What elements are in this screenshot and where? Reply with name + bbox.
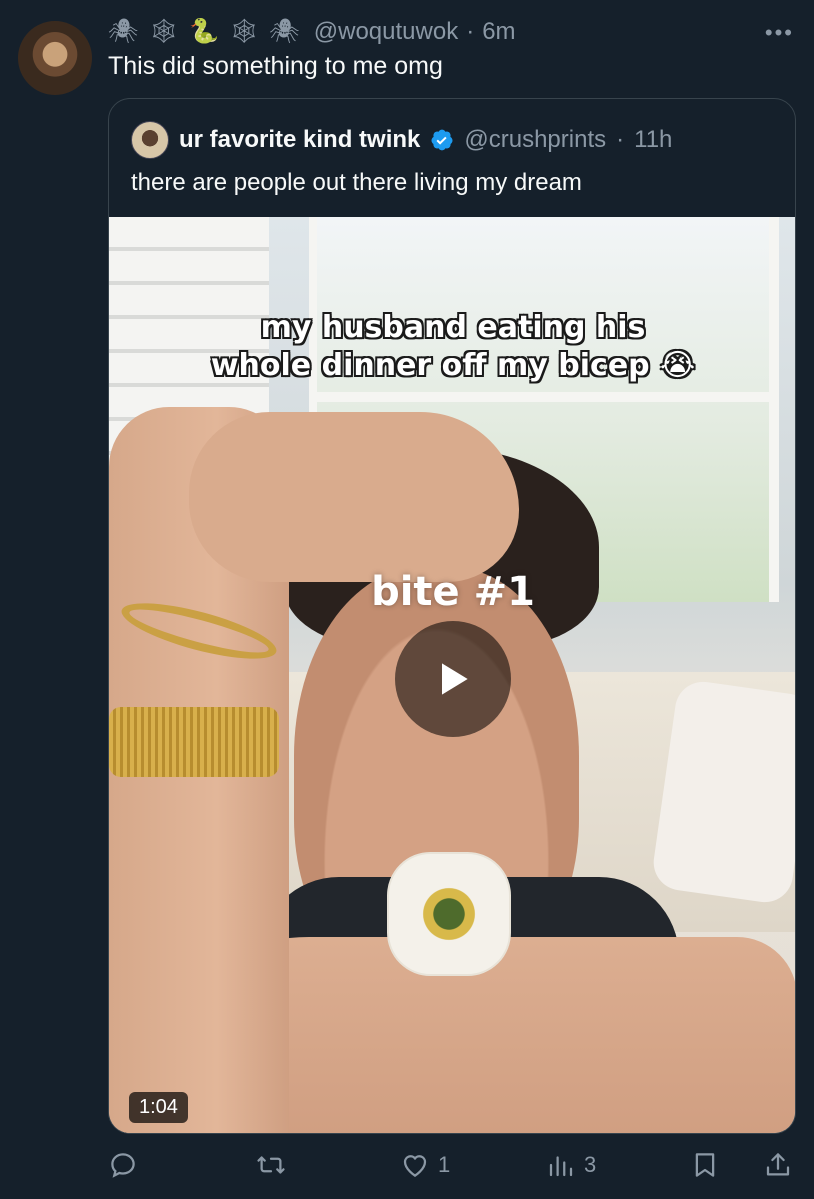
share-icon (766, 1153, 790, 1176)
spider-emoji: 🕷 (269, 18, 300, 45)
quoted-avatar[interactable] (131, 121, 169, 159)
quoted-handle[interactable]: @crushprints (464, 126, 606, 154)
quoted-display-name[interactable]: ur favorite kind twink (179, 126, 420, 154)
timestamp[interactable]: 6m (482, 18, 515, 46)
quoted-text: there are people out there living my dre… (131, 169, 582, 196)
gold-bangle-wide (109, 707, 279, 777)
reply-button[interactable] (108, 1145, 138, 1185)
like-count: 1 (438, 1152, 451, 1177)
video-caption-line-2: whole dinner off my bicep 😭 (210, 348, 696, 383)
views-button[interactable]: 3 (546, 1145, 596, 1185)
more-options-icon[interactable]: ••• (765, 20, 794, 46)
bookmark-button[interactable] (690, 1145, 720, 1185)
action-bar: 1 3 (108, 1145, 798, 1185)
video-duration: 1:04 (129, 1092, 188, 1123)
quoted-timestamp[interactable]: 11h (634, 126, 672, 154)
display-name-emojis: 🕷 🕸 🐍 🕸 🕷 (108, 20, 300, 44)
heart-icon (403, 1155, 427, 1177)
retweet-button[interactable] (256, 1145, 286, 1185)
share-button[interactable] (763, 1145, 793, 1185)
like-button[interactable]: 1 (400, 1145, 450, 1185)
reply-icon (111, 1153, 135, 1178)
web-emoji: 🕸 (228, 18, 260, 45)
tweet-header: 🕷 🕸 🐍 🕸 🕷 @woqutuwok · 6m (108, 14, 794, 50)
sushi-roll (387, 852, 511, 976)
tweet-text: This did something to me omg (108, 52, 443, 80)
avatar[interactable] (18, 21, 92, 95)
play-button[interactable] (395, 621, 511, 737)
spider-emoji: 🕷 (108, 18, 139, 45)
bookmark-icon (695, 1153, 715, 1177)
views-count: 3 (584, 1152, 597, 1177)
author-handle[interactable]: @woqutuwok (314, 18, 458, 46)
web-emoji: 🕸 (148, 18, 179, 45)
video-overlay-text: bite #1 (371, 569, 535, 615)
retweet-icon (257, 1156, 285, 1174)
fist (189, 412, 519, 582)
separator-dot: · (466, 18, 475, 45)
video-caption: my husband eating his whole dinner off m… (109, 309, 795, 385)
quoted-header: ur favorite kind twink @crushprints · 11… (131, 121, 672, 159)
play-icon (442, 663, 468, 695)
video-player[interactable]: my husband eating his whole dinner off m… (109, 217, 795, 1133)
separator-dot: · (616, 126, 625, 153)
quoted-tweet[interactable]: ur favorite kind twink @crushprints · 11… (108, 98, 796, 1134)
verified-badge-icon (431, 129, 453, 151)
snake-emoji: 🐍 (188, 18, 219, 45)
views-icon (549, 1156, 573, 1177)
video-caption-line-1: my husband eating his (260, 310, 646, 345)
